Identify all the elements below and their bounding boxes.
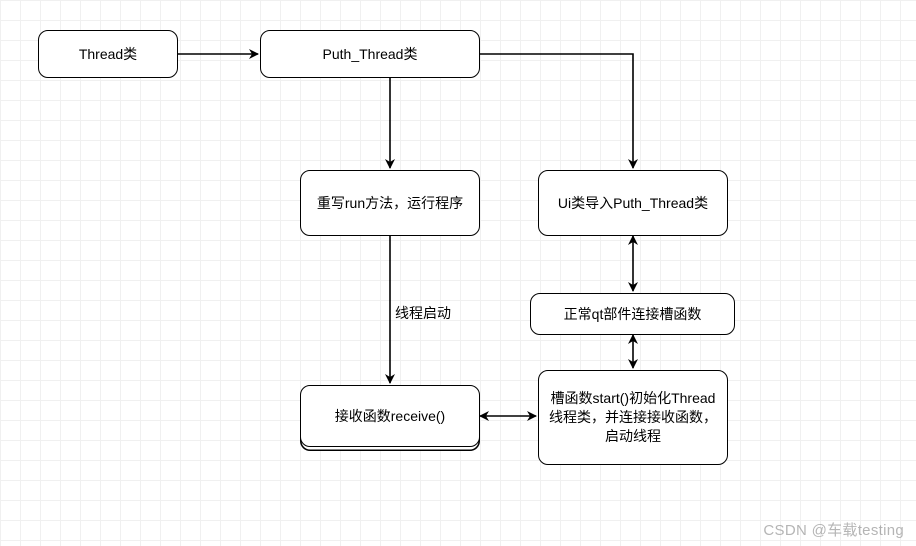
- node-override-run: 重写run方法，运行程序: [300, 170, 480, 236]
- node-override-run-label: 重写run方法，运行程序: [317, 194, 463, 213]
- node-qt-slot: 正常qt部件连接槽函数: [530, 293, 735, 335]
- arrows-layer: [0, 0, 916, 546]
- watermark: CSDN @车载testing: [763, 519, 904, 540]
- node-thread-label: Thread类: [79, 45, 137, 64]
- node-receive-label: 接收函数receive(): [335, 407, 445, 426]
- node-receive: 接收函数receive(): [300, 385, 480, 447]
- node-ui-import: Ui类导入Puth_Thread类: [538, 170, 728, 236]
- node-qt-slot-label: 正常qt部件连接槽函数: [564, 305, 702, 324]
- edge-label-thread-start: 线程启动: [395, 303, 451, 323]
- node-thread: Thread类: [38, 30, 178, 78]
- node-start-slot: 槽函数start()初始化Thread线程类，并连接接收函数，启动线程: [538, 370, 728, 465]
- node-start-slot-label: 槽函数start()初始化Thread线程类，并连接接收函数，启动线程: [549, 389, 717, 446]
- node-puth-thread: Puth_Thread类: [260, 30, 480, 78]
- node-ui-import-label: Ui类导入Puth_Thread类: [558, 194, 708, 213]
- node-puth-thread-label: Puth_Thread类: [323, 45, 418, 64]
